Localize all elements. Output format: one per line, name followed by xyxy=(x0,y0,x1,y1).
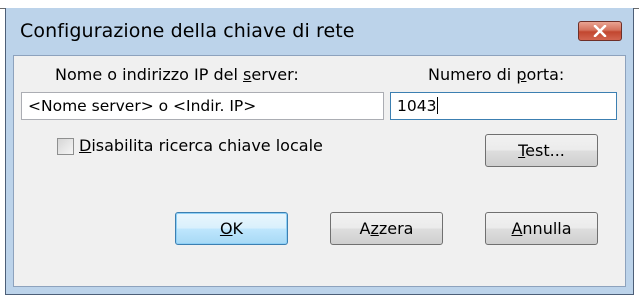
reset-button[interactable]: Azzera xyxy=(330,212,443,245)
window-title: Configurazione della chiave di rete xyxy=(20,20,355,42)
server-input[interactable]: <Nome server> o <Indir. IP> xyxy=(21,92,384,120)
port-label-accesskey: p xyxy=(516,65,527,84)
port-input[interactable]: 1043 xyxy=(390,92,617,120)
test-button[interactable]: Test... xyxy=(485,134,598,167)
dialog-client-area: Nome o indirizzo IP del server: Numero d… xyxy=(13,55,626,287)
reset-button-text: A xyxy=(359,219,371,238)
text-caret xyxy=(437,97,439,114)
port-label-text-end: orta: xyxy=(526,65,565,84)
close-button[interactable] xyxy=(578,21,622,41)
port-label-text: Numero di xyxy=(428,65,517,84)
close-icon xyxy=(593,25,607,37)
reset-button-accesskey: z xyxy=(370,219,379,238)
disable-local-search-accesskey: D xyxy=(79,136,92,155)
ok-button-accesskey: O xyxy=(219,219,233,238)
disable-local-search-label[interactable]: Disabilita ricerca chiave locale xyxy=(79,136,323,155)
cancel-button-text: nnulla xyxy=(522,219,572,238)
disable-local-search-text: isabilita ricerca chiave locale xyxy=(91,136,323,155)
test-button-text: est... xyxy=(525,141,565,160)
server-label-text: Nome o indirizzo IP del xyxy=(55,65,244,84)
ok-button-label: OK xyxy=(220,219,243,238)
cancel-button-accesskey: A xyxy=(511,219,523,238)
ok-button-text: K xyxy=(232,219,244,238)
server-label-text-end: erver: xyxy=(251,65,299,84)
port-label: Numero di porta: xyxy=(428,65,564,84)
cancel-button[interactable]: Annulla xyxy=(485,212,598,245)
reset-button-text-end: zera xyxy=(378,219,414,238)
test-button-label: Test... xyxy=(518,141,565,160)
server-label: Nome o indirizzo IP del server: xyxy=(55,65,299,84)
title-bar[interactable]: Configurazione della chiave di rete xyxy=(6,8,633,55)
server-input-value: <Nome server> o <Indir. IP> xyxy=(28,97,257,115)
port-input-value: 1043 xyxy=(397,97,437,115)
cancel-button-label: Annulla xyxy=(511,219,571,238)
disable-local-search-checkbox[interactable] xyxy=(57,138,74,155)
ok-button[interactable]: OK xyxy=(175,212,288,245)
dialog-window: Configurazione della chiave di rete Nome… xyxy=(5,8,634,295)
reset-button-label: Azzera xyxy=(360,219,414,238)
